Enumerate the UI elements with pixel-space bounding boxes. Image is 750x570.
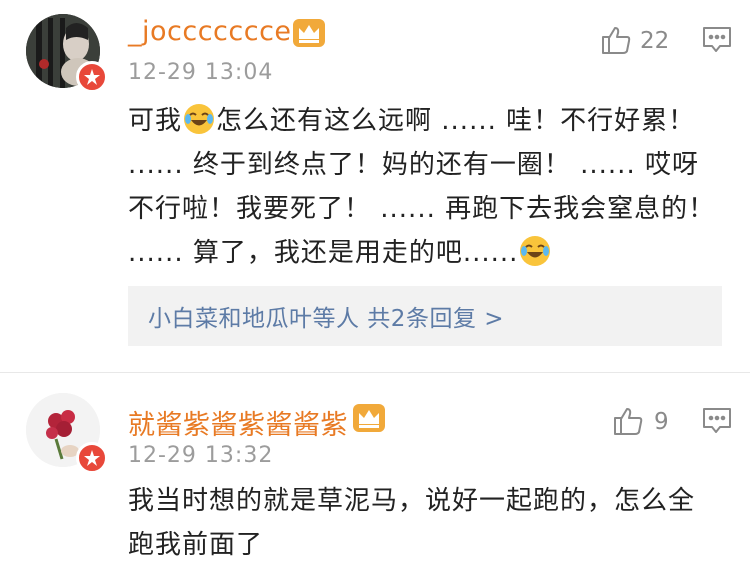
comment-item: 就酱紫酱紫酱酱紫 12-29 13:32 9 我当时想的就是草泥马，说好一起跑的…: [0, 373, 750, 570]
timestamp: 12-29 13:04: [128, 60, 274, 85]
star-badge-icon: [84, 450, 100, 466]
replies-summary[interactable]: 小白菜和地瓜叶等人 共2条回复 >: [128, 286, 722, 346]
comment-text-part: 怎么还有这么远啊 ...... 哇！不行好累！ ...... 终于到终点了！妈的…: [128, 106, 716, 268]
like-count: 9: [654, 409, 669, 435]
timestamp: 12-29 13:32: [128, 443, 274, 468]
laughing-tears-emoji-icon: [183, 103, 215, 135]
thumbs-up-icon[interactable]: [600, 24, 632, 56]
verified-badge: [76, 61, 108, 93]
like-count: 22: [640, 28, 670, 54]
username[interactable]: 就酱紫酱紫酱酱紫: [128, 403, 348, 442]
crown-icon: [292, 18, 326, 48]
comment-text-part: 可我: [128, 106, 183, 136]
star-badge-icon: [84, 69, 100, 85]
username[interactable]: _joccccccce: [128, 16, 292, 47]
comment-text: 我当时想的就是草泥马，说好一起跑的，怎么全跑我前面了: [128, 486, 696, 560]
crown-icon: [352, 403, 386, 433]
comment-icon[interactable]: [702, 26, 732, 54]
verified-badge: [76, 442, 108, 474]
replies-link[interactable]: 小白菜和地瓜叶等人 共2条回复 >: [148, 299, 504, 333]
thumbs-up-icon[interactable]: [612, 405, 644, 437]
comment-item: _joccccccce 12-29 13:04 22 可我 怎么还有这么远啊 .…: [0, 0, 750, 372]
laughing-tears-emoji-icon: [519, 235, 551, 267]
comment-icon[interactable]: [702, 407, 732, 435]
comment-text: 可我 怎么还有这么远啊 ...... 哇！不行好累！ ...... 终于到终点了…: [128, 99, 718, 275]
